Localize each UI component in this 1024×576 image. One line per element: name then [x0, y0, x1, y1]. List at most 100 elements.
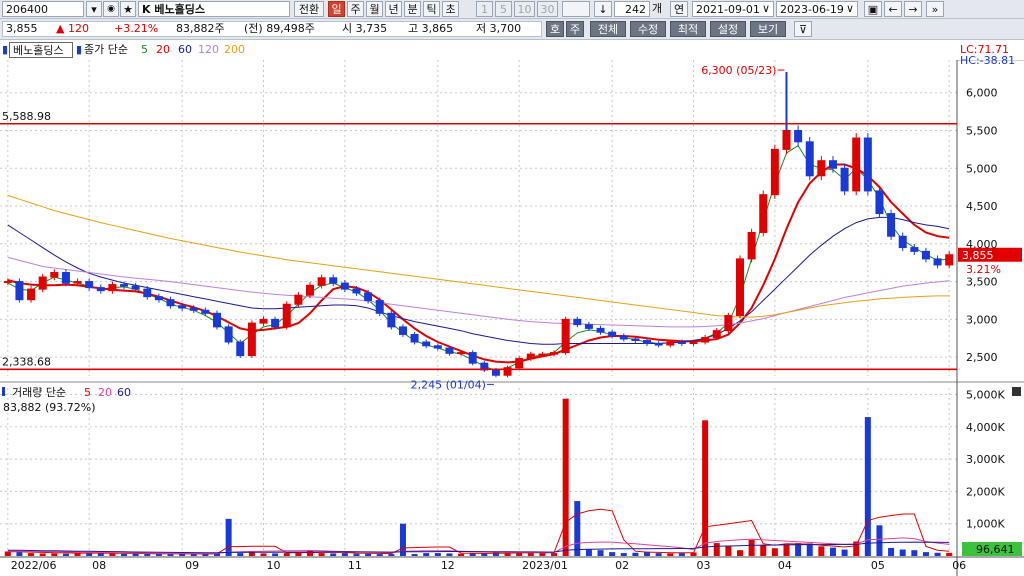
- candle-body: [317, 277, 326, 286]
- volume-bar: [841, 549, 848, 556]
- candle-body: [887, 213, 896, 237]
- period-minute-button[interactable]: 분: [404, 1, 421, 17]
- candle-body: [921, 250, 930, 260]
- all-button[interactable]: 전체: [590, 21, 626, 37]
- volume-bar: [237, 553, 244, 556]
- collapse-icon[interactable]: ⊽: [794, 21, 812, 37]
- legend-marker-icon: ▮: [2, 43, 9, 56]
- period-week-button[interactable]: 주: [347, 1, 364, 17]
- volume-bar: [492, 552, 499, 556]
- convert-button[interactable]: 전환: [294, 1, 324, 17]
- y-tick-label: 4,500: [966, 200, 998, 213]
- volume-bar: [609, 552, 616, 556]
- candle-body: [3, 281, 12, 284]
- candle-body: [701, 336, 710, 343]
- current-price-label: 3,855: [962, 249, 994, 262]
- volume-bar: [365, 553, 372, 556]
- x-tick-label: 12: [441, 559, 455, 572]
- candle-body: [817, 160, 826, 177]
- candle-body: [910, 247, 919, 252]
- search-icon[interactable]: ▾: [86, 1, 102, 17]
- legend-ma120: 120: [198, 43, 219, 56]
- optimize-button[interactable]: 최적: [670, 21, 706, 37]
- candle-body: [666, 341, 675, 346]
- star-icon[interactable]: ★: [120, 1, 136, 17]
- candle-body: [305, 284, 314, 296]
- candle-body: [573, 318, 582, 326]
- stock-code-input[interactable]: 206400: [2, 1, 84, 17]
- view-button[interactable]: 보기: [750, 21, 786, 37]
- legend-ma60: 60: [178, 43, 192, 56]
- candle-body: [828, 160, 837, 169]
- fast-forward-icon[interactable]: »: [926, 1, 944, 17]
- adjust-button[interactable]: 수정: [630, 21, 666, 37]
- volume-legend-ma5: 5: [84, 386, 91, 399]
- candle-body: [712, 330, 721, 338]
- quote-low: 저 3,700: [476, 22, 522, 35]
- period-second-button[interactable]: 초: [442, 1, 459, 17]
- candle-body: [38, 276, 47, 290]
- candle-body: [154, 296, 163, 301]
- quote-volume: 83,882주: [176, 22, 225, 35]
- legend-ma200: 200: [224, 43, 245, 56]
- minute-1-button[interactable]: 1: [476, 1, 493, 17]
- candle-body: [933, 258, 942, 266]
- volume-value: 83,882 (93.72%): [3, 401, 96, 414]
- candle-body: [863, 137, 872, 192]
- candle-body: [131, 285, 140, 290]
- candle-body: [259, 318, 268, 324]
- candle-body: [166, 299, 175, 307]
- volume-bar: [376, 554, 383, 556]
- quote-open: 시 3,735: [342, 22, 388, 35]
- chevron-down-icon[interactable]: ∨: [762, 1, 770, 17]
- count-input[interactable]: 242: [614, 1, 650, 17]
- x-tick-label: 2023/01: [522, 559, 568, 572]
- candle-body: [445, 347, 454, 354]
- year-button[interactable]: 연: [670, 1, 688, 17]
- candle-body: [224, 326, 233, 343]
- search-icon[interactable]: ◉: [103, 1, 119, 17]
- legend-ma20: 20: [156, 43, 170, 56]
- period-year-button[interactable]: 년: [385, 1, 402, 17]
- chevron-down-icon[interactable]: ∨: [846, 1, 854, 17]
- candle-body: [247, 322, 256, 357]
- volume-bar: [946, 552, 953, 556]
- arrow-down-icon[interactable]: ↓: [594, 1, 612, 17]
- legend-stock-name[interactable]: 베노홀딩스: [9, 42, 73, 58]
- candle-body: [654, 343, 663, 346]
- candle-body: [364, 292, 373, 301]
- quote-high: 고 3,865: [408, 22, 454, 35]
- period-tick-button[interactable]: 틱: [423, 1, 440, 17]
- volume-bar: [318, 553, 325, 556]
- arrow-right-icon[interactable]: →: [904, 1, 922, 17]
- candle-body: [50, 272, 59, 278]
- volume-bar: [574, 501, 581, 556]
- volume-bar: [28, 553, 35, 556]
- period-month-button[interactable]: 월: [366, 1, 383, 17]
- candle-body: [724, 315, 733, 332]
- order-button[interactable]: 주: [566, 21, 584, 37]
- legend-bar: ▮ 베노홀딩스 ▮ 종가 단순 5 20 60 120 200 LC:71.71: [0, 40, 1024, 61]
- save-icon[interactable]: ▣: [864, 1, 882, 17]
- stock-chart[interactable]: 2022/06 08 09 10 11 12 2023/01 02 03 04 05 06 2,500 3…: [0, 60, 1024, 576]
- volume-bar: [225, 518, 232, 556]
- volume-bar: [167, 554, 174, 556]
- period-day-button[interactable]: 일: [328, 1, 345, 17]
- y-tick-label: 3,500: [966, 276, 998, 289]
- volume-bar: [620, 553, 627, 556]
- x-tick-label: 04: [778, 559, 792, 572]
- minute-30-button[interactable]: 30: [537, 1, 558, 17]
- candle-body: [619, 335, 628, 340]
- legend-ma5: 5: [141, 43, 148, 56]
- x-tick-label: 2022/06: [11, 559, 57, 572]
- volume-bar: [121, 553, 128, 556]
- minute-10-button[interactable]: 10: [514, 1, 535, 17]
- settings-button[interactable]: 설정: [710, 21, 746, 37]
- hoga-button[interactable]: 호: [546, 21, 564, 37]
- arrow-left-icon[interactable]: ←: [884, 1, 902, 17]
- candle-body: [410, 333, 419, 343]
- minute-5-button[interactable]: 5: [495, 1, 512, 17]
- minute-custom-button[interactable]: [562, 1, 590, 17]
- high-annotation: 6,300 (05/23): [701, 64, 776, 77]
- volume-bar: [725, 546, 732, 556]
